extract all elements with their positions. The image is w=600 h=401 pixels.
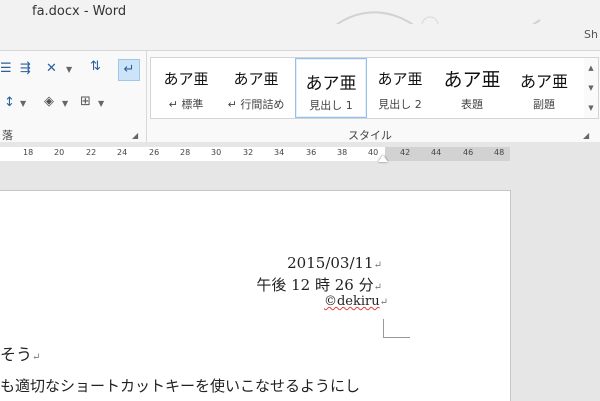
- chevron-down-icon[interactable]: ▼: [20, 99, 26, 108]
- chevron-down-icon[interactable]: ▼: [66, 65, 72, 74]
- text-direction-icon[interactable]: ✕: [46, 61, 57, 76]
- tab-fragment[interactable]: Sh: [584, 28, 598, 41]
- paragraph-mark: ↵: [379, 297, 388, 308]
- ruler-tick: 26: [149, 148, 160, 157]
- document-page[interactable]: 2015/03/11↵ 午後 12 時 26 分↵ ©dekiru↵ そう↵ も…: [0, 190, 511, 401]
- time-text: 午後 12 時 26 分: [256, 276, 374, 294]
- window-title: fa.docx - Word: [32, 4, 127, 19]
- body-text: そう: [0, 345, 33, 364]
- borders-icon[interactable]: ⊞: [80, 94, 91, 109]
- paragraph-mark: ↵: [373, 260, 382, 271]
- ruler-tick: 38: [337, 148, 348, 157]
- ruler-tick: 34: [274, 148, 285, 157]
- ribbon: ☰ ⇶ ✕ ▼ ⇅ ↵ ↕ ▼ ◈ ▼ ⊞ ▼ 落 ◢ あア亜 ↵ 標準 あア亜…: [0, 50, 600, 144]
- decrease-indent-icon[interactable]: ☰: [0, 61, 12, 76]
- sort-icon[interactable]: ⇅: [90, 59, 101, 74]
- paragraph-mark: ↵: [373, 282, 382, 293]
- dialog-launcher-icon[interactable]: ◢: [132, 131, 138, 140]
- chevron-down-icon[interactable]: ▼: [98, 99, 104, 108]
- ruler-tick: 28: [180, 148, 191, 157]
- styles-scroll[interactable]: ▲ ▼ ▼: [584, 57, 599, 119]
- ruler-tick: 18: [23, 148, 34, 157]
- ruler-tick: 40: [368, 148, 379, 157]
- body-line: も適切なショートカットキーを使いこなせるようにし: [0, 375, 360, 396]
- title-bar: fa.docx - Word: [0, 0, 600, 60]
- style-normal[interactable]: あア亜 ↵ 標準: [151, 58, 221, 116]
- date-text: 2015/03/11: [287, 254, 374, 272]
- style-heading-1[interactable]: あア亜 見出し 1: [295, 58, 367, 118]
- ruler-tick: 24: [117, 148, 128, 157]
- scroll-up-icon[interactable]: ▲: [584, 58, 598, 78]
- body-text: も適切なショートカットキーを使いこなせるようにし: [0, 377, 361, 395]
- copyright-text: ©dekiru: [323, 294, 380, 309]
- right-indent-marker[interactable]: [378, 155, 388, 162]
- ruler-tick: 22: [86, 148, 97, 157]
- ruler-tick: 32: [243, 148, 254, 157]
- date-line: 2015/03/11↵: [287, 254, 382, 272]
- horizontal-ruler[interactable]: 18 20 22 24 26 28 30 32 34 36 38 40 42 4…: [0, 147, 510, 162]
- ruler-tick: 42: [400, 148, 411, 157]
- ruler-tick: 46: [463, 148, 474, 157]
- style-title[interactable]: あア亜 表題: [437, 58, 507, 116]
- style-heading-2[interactable]: あア亜 見出し 2: [365, 58, 435, 116]
- ruler-tick: 36: [306, 148, 317, 157]
- body-line: そう↵: [0, 341, 40, 365]
- paragraph-mark: ↵: [32, 352, 41, 363]
- copyright-line: ©dekiru↵: [324, 294, 388, 309]
- more-styles-icon[interactable]: ▼: [584, 98, 598, 118]
- time-line: 午後 12 時 26 分↵: [256, 274, 382, 295]
- line-spacing-icon[interactable]: ↕: [4, 95, 15, 110]
- show-marks-button[interactable]: ↵: [118, 59, 140, 81]
- increase-indent-icon[interactable]: ⇶: [20, 61, 31, 76]
- paragraph-group-label: 落: [2, 129, 13, 142]
- ruler-tick: 44: [431, 148, 442, 157]
- paragraph-group: ☰ ⇶ ✕ ▼ ⇅ ↵ ↕ ▼ ◈ ▼ ⊞ ▼ 落 ◢: [0, 51, 147, 143]
- dialog-launcher-icon[interactable]: ◢: [583, 131, 589, 140]
- ruler-tick: 30: [211, 148, 222, 157]
- style-no-spacing[interactable]: あア亜 ↵ 行間詰め: [221, 58, 291, 116]
- styles-gallery: あア亜 ↵ 標準 あア亜 ↵ 行間詰め あア亜 見出し 1 あア亜 見出し 2 …: [150, 57, 586, 119]
- scroll-down-icon[interactable]: ▼: [584, 78, 598, 98]
- ruler-tick: 20: [54, 148, 65, 157]
- margin-corner-mark: [383, 319, 410, 338]
- chevron-down-icon[interactable]: ▼: [62, 99, 68, 108]
- styles-group-label: スタイル: [348, 129, 392, 142]
- ribbon-tab-row: Sh: [0, 24, 600, 50]
- shading-icon[interactable]: ◈: [44, 94, 54, 109]
- style-subtitle[interactable]: あア亜 副題: [509, 58, 579, 116]
- ruler-tick: 48: [494, 148, 505, 157]
